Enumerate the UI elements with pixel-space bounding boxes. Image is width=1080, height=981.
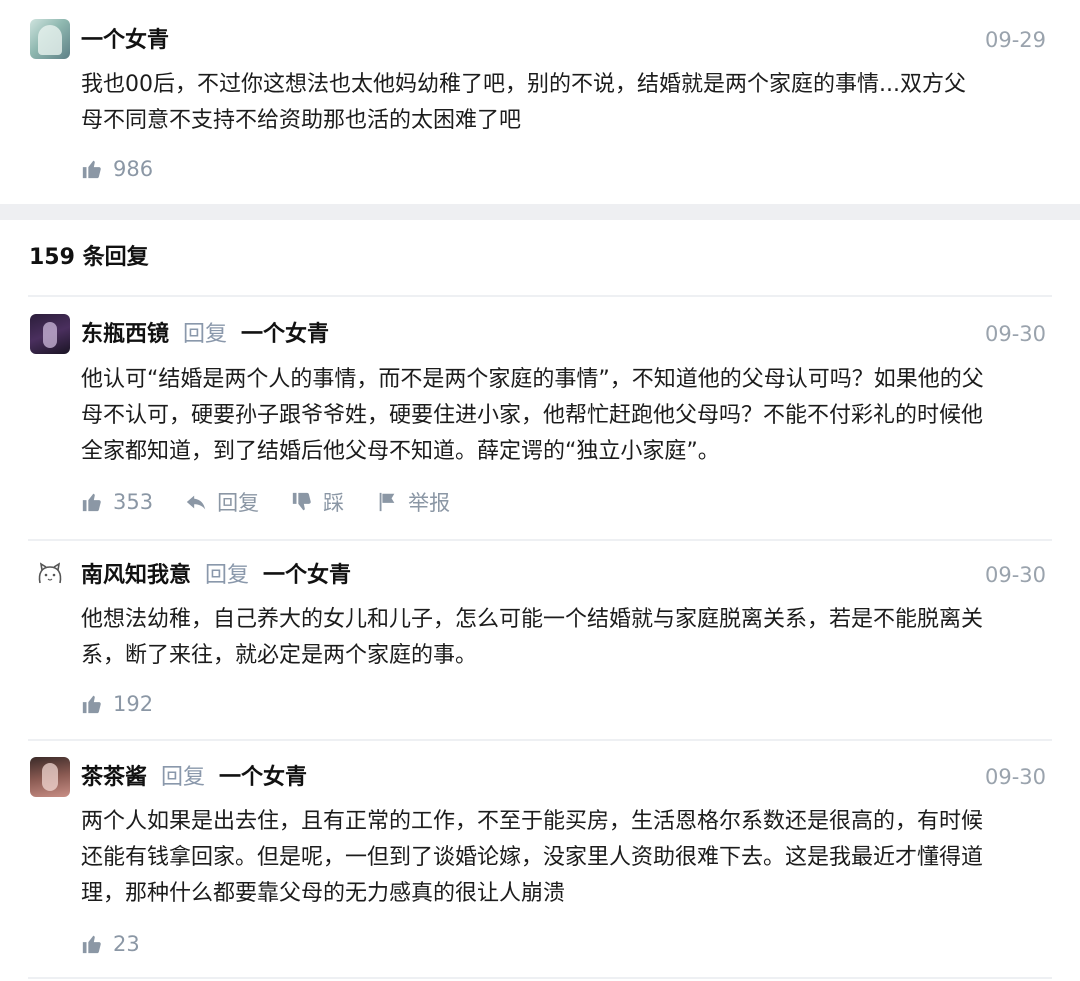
like-button[interactable]: 986 xyxy=(81,157,153,181)
avatar-reply-author[interactable] xyxy=(30,555,70,595)
cat-doodle-icon xyxy=(38,562,62,584)
reply-author-name[interactable]: 南风知我意 xyxy=(81,563,191,588)
reply-date: 09-30 xyxy=(984,563,1046,587)
reply-header: 南风知我意 回复 一个女青 xyxy=(81,565,351,587)
like-button[interactable]: 192 xyxy=(81,692,153,716)
reply-author-name[interactable]: 东瓶西镜 xyxy=(81,322,169,347)
main-comment-text: 我也00后，不过你这想法也太他妈幼稚了吧，别的不说，结婚就是两个家庭的事情...… xyxy=(81,67,1061,139)
reply-actions: 192 xyxy=(81,691,185,717)
report-button[interactable]: 举报 xyxy=(376,487,450,517)
reply-header: 茶茶酱 回复 一个女青 xyxy=(81,767,307,789)
thumbs-up-icon xyxy=(82,935,101,954)
text-line: 理，那种什么都要靠父母的无力感真的很让人崩溃 xyxy=(81,881,566,906)
avatar-figure-icon xyxy=(38,25,62,55)
text-line: 他认可“结婚是两个人的事情，而不是两个家庭的事情”，不知道他的父母认可吗？如果他… xyxy=(81,367,984,392)
text-line: 还能有钱拿回家。但是呢，一但到了谈婚论嫁，没家里人资助很难下去。这是我最近才懂得… xyxy=(81,845,984,870)
reply-actions: 23 xyxy=(81,931,172,957)
text-line: 全家都知道，到了结婚后他父母不知道。薛定谔的“独立小家庭”。 xyxy=(81,439,720,464)
reply-text: 他想法幼稚，自己养大的女儿和儿子，怎么可能一个结婚就与家庭脱离关系，若是不能脱离… xyxy=(81,602,1061,674)
text-line: 他想法幼稚，自己养大的女儿和儿子，怎么可能一个结婚就与家庭脱离关系，若是不能脱离… xyxy=(81,607,984,632)
thumbs-up-icon xyxy=(82,695,101,714)
reply-button[interactable]: 回复 xyxy=(185,487,259,517)
like-button[interactable]: 23 xyxy=(81,932,140,956)
reply-actions: 353 回复 踩 举报 xyxy=(81,489,482,515)
avatar-reply-author[interactable] xyxy=(30,757,70,797)
divider xyxy=(28,539,1052,541)
reply-to-label: 回复 xyxy=(205,563,250,588)
thumbs-up-icon xyxy=(82,160,101,179)
main-comment-actions: 986 xyxy=(81,156,185,182)
reply-text: 两个人如果是出去住，且有正常的工作，不至于能买房，生活恩格尔系数还是很高的，有时… xyxy=(81,804,1061,912)
text-line: 两个人如果是出去住，且有正常的工作，不至于能买房，生活恩格尔系数还是很高的，有时… xyxy=(81,809,984,834)
reply-target-name[interactable]: 一个女青 xyxy=(263,563,351,588)
like-count: 353 xyxy=(113,490,154,514)
like-count: 192 xyxy=(113,692,154,716)
thumbs-up-icon xyxy=(82,493,101,512)
report-button-label: 举报 xyxy=(408,491,451,515)
reply-arrow-icon xyxy=(186,495,206,510)
divider xyxy=(28,739,1052,741)
text-line: 系，断了来往，就必定是两个家庭的事。 xyxy=(81,643,478,668)
reply-button-label: 回复 xyxy=(217,491,260,515)
thumbs-down-icon xyxy=(292,492,311,511)
reply-author-name[interactable]: 茶茶酱 xyxy=(81,765,147,790)
reply-header: 东瓶西镜 回复 一个女青 xyxy=(81,324,329,346)
avatar-figure-icon xyxy=(42,763,58,791)
divider xyxy=(28,977,1052,979)
text-line: 我也00后，不过你这想法也太他妈幼稚了吧，别的不说，结婚就是两个家庭的事情...… xyxy=(81,72,966,97)
reply-date: 09-30 xyxy=(984,322,1046,346)
section-separator xyxy=(0,204,1080,220)
reply-target-name[interactable]: 一个女青 xyxy=(241,322,329,347)
reply-target-name[interactable]: 一个女青 xyxy=(219,765,307,790)
main-comment-date: 09-29 xyxy=(984,28,1046,52)
reply-to-label: 回复 xyxy=(183,322,228,347)
dislike-button[interactable]: 踩 xyxy=(291,487,344,517)
like-count: 986 xyxy=(113,157,154,181)
like-button[interactable]: 353 xyxy=(81,490,153,514)
main-author-name[interactable]: 一个女青 xyxy=(81,30,169,52)
text-line: 母不认可，硬要孙子跟爷爷姓，硬要住进小家，他帮忙赶跑他父母吗？不能不付彩礼的时候… xyxy=(81,403,984,428)
text-line: 母不同意不支持不给资助那也活的太困难了吧 xyxy=(81,108,522,133)
reply-to-label: 回复 xyxy=(161,765,206,790)
like-count: 23 xyxy=(113,932,140,956)
reply-text: 他认可“结婚是两个人的事情，而不是两个家庭的事情”，不知道他的父母认可吗？如果他… xyxy=(81,362,1061,470)
flag-icon xyxy=(379,492,395,512)
dislike-button-label: 踩 xyxy=(323,491,345,515)
replies-count-header: 159 条回复 xyxy=(29,245,149,270)
avatar-reply-author[interactable] xyxy=(30,314,70,354)
reply-date: 09-30 xyxy=(984,765,1046,789)
avatar-figure-icon xyxy=(43,322,57,348)
divider xyxy=(28,295,1052,297)
avatar-main-author[interactable] xyxy=(30,19,70,59)
